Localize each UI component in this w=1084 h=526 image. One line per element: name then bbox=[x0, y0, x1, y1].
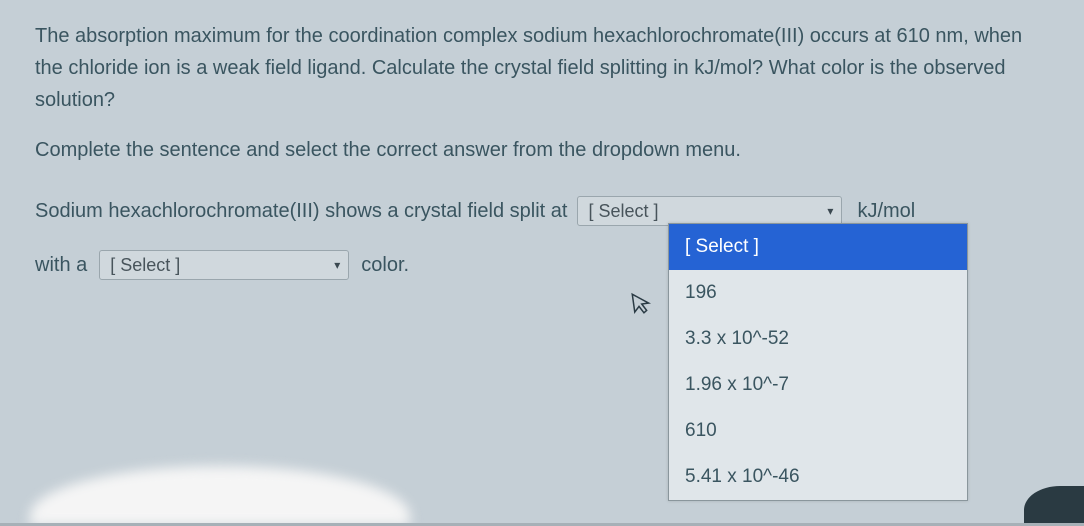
dropdown-color-value: [ Select ] bbox=[110, 255, 180, 276]
cursor-icon bbox=[630, 290, 654, 322]
question-paragraph: The absorption maximum for the coordinat… bbox=[35, 20, 1049, 116]
chevron-down-icon: ▾ bbox=[334, 258, 340, 272]
sentence2-prefix: with a bbox=[35, 254, 87, 277]
dropdown-option[interactable]: 3.3 x 10^-52 bbox=[669, 316, 967, 362]
dropdown-option[interactable]: 5.41 x 10^-46 bbox=[669, 454, 967, 500]
sentence-row-1: Sodium hexachlorochromate(III) shows a c… bbox=[35, 196, 1049, 226]
dropdown-option[interactable]: 610 bbox=[669, 408, 967, 454]
smudge-area bbox=[30, 466, 410, 526]
sentence1-prefix: Sodium hexachlorochromate(III) shows a c… bbox=[35, 200, 567, 223]
instruction-text: Complete the sentence and select the cor… bbox=[35, 134, 1049, 166]
dropdown-color[interactable]: [ Select ] ▾ bbox=[99, 250, 349, 280]
dropdown-menu-crystal-split: [ Select ] 196 3.3 x 10^-52 1.96 x 10^-7… bbox=[668, 223, 968, 501]
dropdown-crystal-split[interactable]: [ Select ] ▾ bbox=[577, 196, 842, 226]
corner-blob bbox=[1024, 486, 1084, 526]
dropdown-option[interactable]: 1.96 x 10^-7 bbox=[669, 362, 967, 408]
unit-label: kJ/mol bbox=[857, 200, 915, 223]
sentence2-suffix: color. bbox=[361, 254, 409, 277]
dropdown-option-header[interactable]: [ Select ] bbox=[669, 224, 967, 270]
dropdown-option[interactable]: 196 bbox=[669, 270, 967, 316]
dropdown-crystal-split-value: [ Select ] bbox=[588, 201, 658, 222]
chevron-down-icon: ▾ bbox=[827, 204, 833, 218]
